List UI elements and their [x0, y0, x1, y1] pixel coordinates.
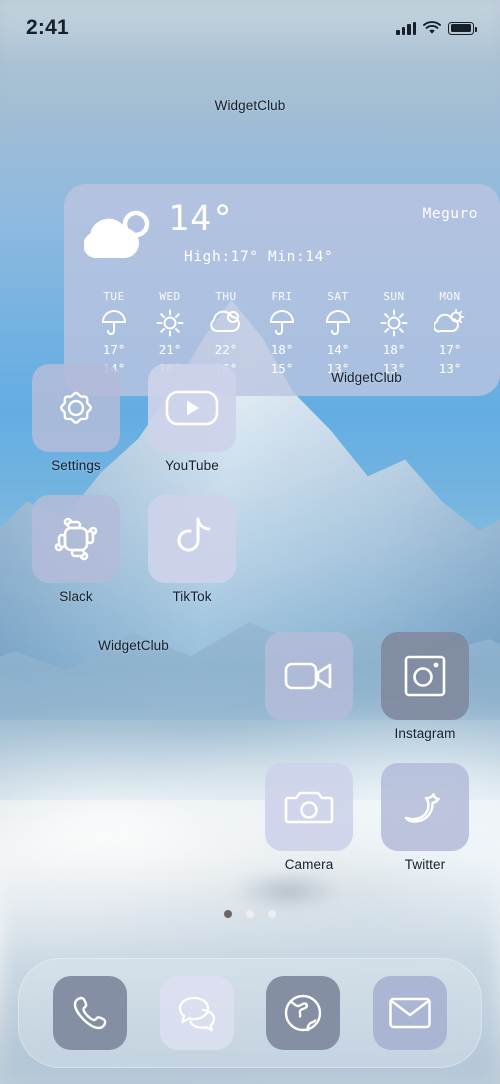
settings-tile[interactable] — [32, 364, 120, 452]
forecast-high: 22° — [214, 342, 238, 357]
cloud-sun-icon — [84, 206, 158, 268]
clock-widget-container[interactable]: 0:14 TUE, Nov.1 WidgetClub — [265, 364, 468, 385]
camera-icon — [284, 787, 334, 827]
envelope-icon — [388, 996, 432, 1030]
app-icon-settings[interactable]: Settings — [32, 364, 120, 473]
sun-icon — [142, 307, 198, 339]
app-icon-twitter[interactable]: Twitter — [381, 763, 469, 872]
instagram-icon — [402, 653, 448, 699]
dock-icon-safari[interactable] — [266, 976, 341, 1050]
sun-icon — [366, 307, 422, 339]
app-label-instagram: Instagram — [394, 726, 456, 741]
counter-widget-container[interactable]: Being together 367 Days WidgetClub — [32, 632, 235, 653]
video-camera-icon — [283, 658, 335, 694]
forecast-day-name: WED — [159, 290, 181, 303]
forecast-day-name: THU — [215, 290, 237, 303]
weather-widget-container[interactable]: 14° High:17° Min:14° Meguro TUE 17° 14° … — [32, 92, 500, 396]
battery-full-icon — [448, 21, 477, 35]
slack-icon — [52, 515, 100, 563]
weather-current: 14° High:17° Min:14° Meguro — [84, 200, 480, 284]
gear-icon — [52, 384, 100, 432]
app-label-settings: Settings — [51, 458, 101, 473]
forecast-day-name: SUN — [383, 290, 405, 303]
status-bar: 2:41 — [0, 0, 500, 56]
forecast-high: 14° — [326, 342, 350, 357]
dock-icon-messages[interactable] — [159, 976, 234, 1050]
wifi-icon — [423, 21, 441, 35]
weather-temps: 14° High:17° Min:14° — [168, 199, 334, 266]
facetime-tile[interactable] — [265, 632, 353, 720]
tiktok-note-icon — [170, 515, 214, 563]
page-dot-2[interactable] — [246, 910, 254, 918]
slack-tile[interactable] — [32, 495, 120, 583]
weather-widget-label: WidgetClub — [214, 98, 286, 113]
speech-bubbles-icon — [175, 993, 219, 1033]
forecast-high: 17° — [438, 342, 462, 357]
twitter-bird-icon — [400, 785, 450, 829]
status-bar-time: 2:41 — [26, 16, 69, 39]
cloud-sun-icon — [422, 307, 478, 339]
dock-icon-phone[interactable] — [53, 976, 128, 1050]
camera-tile[interactable] — [265, 763, 353, 851]
tiktok-tile[interactable] — [148, 495, 236, 583]
youtube-tile[interactable] — [148, 364, 236, 452]
app-icon-facetime[interactable] — [265, 632, 353, 726]
clock-widget-label: WidgetClub — [331, 370, 402, 385]
current-temperature: 14° — [168, 199, 235, 239]
youtube-play-icon — [164, 387, 220, 429]
counter-widget-label: WidgetClub — [98, 638, 169, 653]
phone-handset-icon — [70, 993, 110, 1033]
forecast-high: 17° — [102, 342, 126, 357]
app-icon-youtube[interactable]: YouTube — [148, 364, 236, 473]
page-indicator[interactable] — [0, 910, 500, 918]
page-dot-1[interactable] — [224, 910, 232, 918]
forecast-day-name: SAT — [327, 290, 349, 303]
umbrella-icon — [310, 307, 366, 339]
dock-icon-mail[interactable] — [372, 976, 447, 1050]
umbrella-icon — [254, 307, 310, 339]
page-dot-3[interactable] — [268, 910, 276, 918]
twitter-tile[interactable] — [381, 763, 469, 851]
weather-location: Meguro — [422, 206, 478, 222]
forecast-day-name: MON — [439, 290, 461, 303]
forecast-day-name: TUE — [103, 290, 125, 303]
umbrella-icon — [86, 307, 142, 339]
cellular-signal-icon — [396, 21, 416, 35]
app-icon-tiktok[interactable]: TikTok — [148, 495, 236, 604]
forecast-high: 18° — [270, 342, 294, 357]
cloud-icon — [198, 307, 254, 339]
dock — [18, 958, 482, 1068]
forecast-day-name: FRI — [271, 290, 293, 303]
app-label-slack: Slack — [59, 589, 93, 604]
app-label-youtube: YouTube — [165, 458, 219, 473]
app-label-camera: Camera — [284, 857, 334, 872]
status-bar-indicators — [396, 21, 477, 35]
high-low-temperature: High:17° Min:14° — [184, 249, 334, 265]
forecast-high: 21° — [158, 342, 182, 357]
app-icon-slack[interactable]: Slack — [32, 495, 120, 604]
app-icon-instagram[interactable]: Instagram — [381, 632, 469, 741]
instagram-tile[interactable] — [381, 632, 469, 720]
app-label-tiktok: TikTok — [172, 589, 212, 604]
app-label-twitter: Twitter — [404, 857, 446, 872]
forecast-high: 18° — [382, 342, 406, 357]
globe-icon — [282, 992, 324, 1034]
app-icon-camera[interactable]: Camera — [265, 763, 353, 872]
